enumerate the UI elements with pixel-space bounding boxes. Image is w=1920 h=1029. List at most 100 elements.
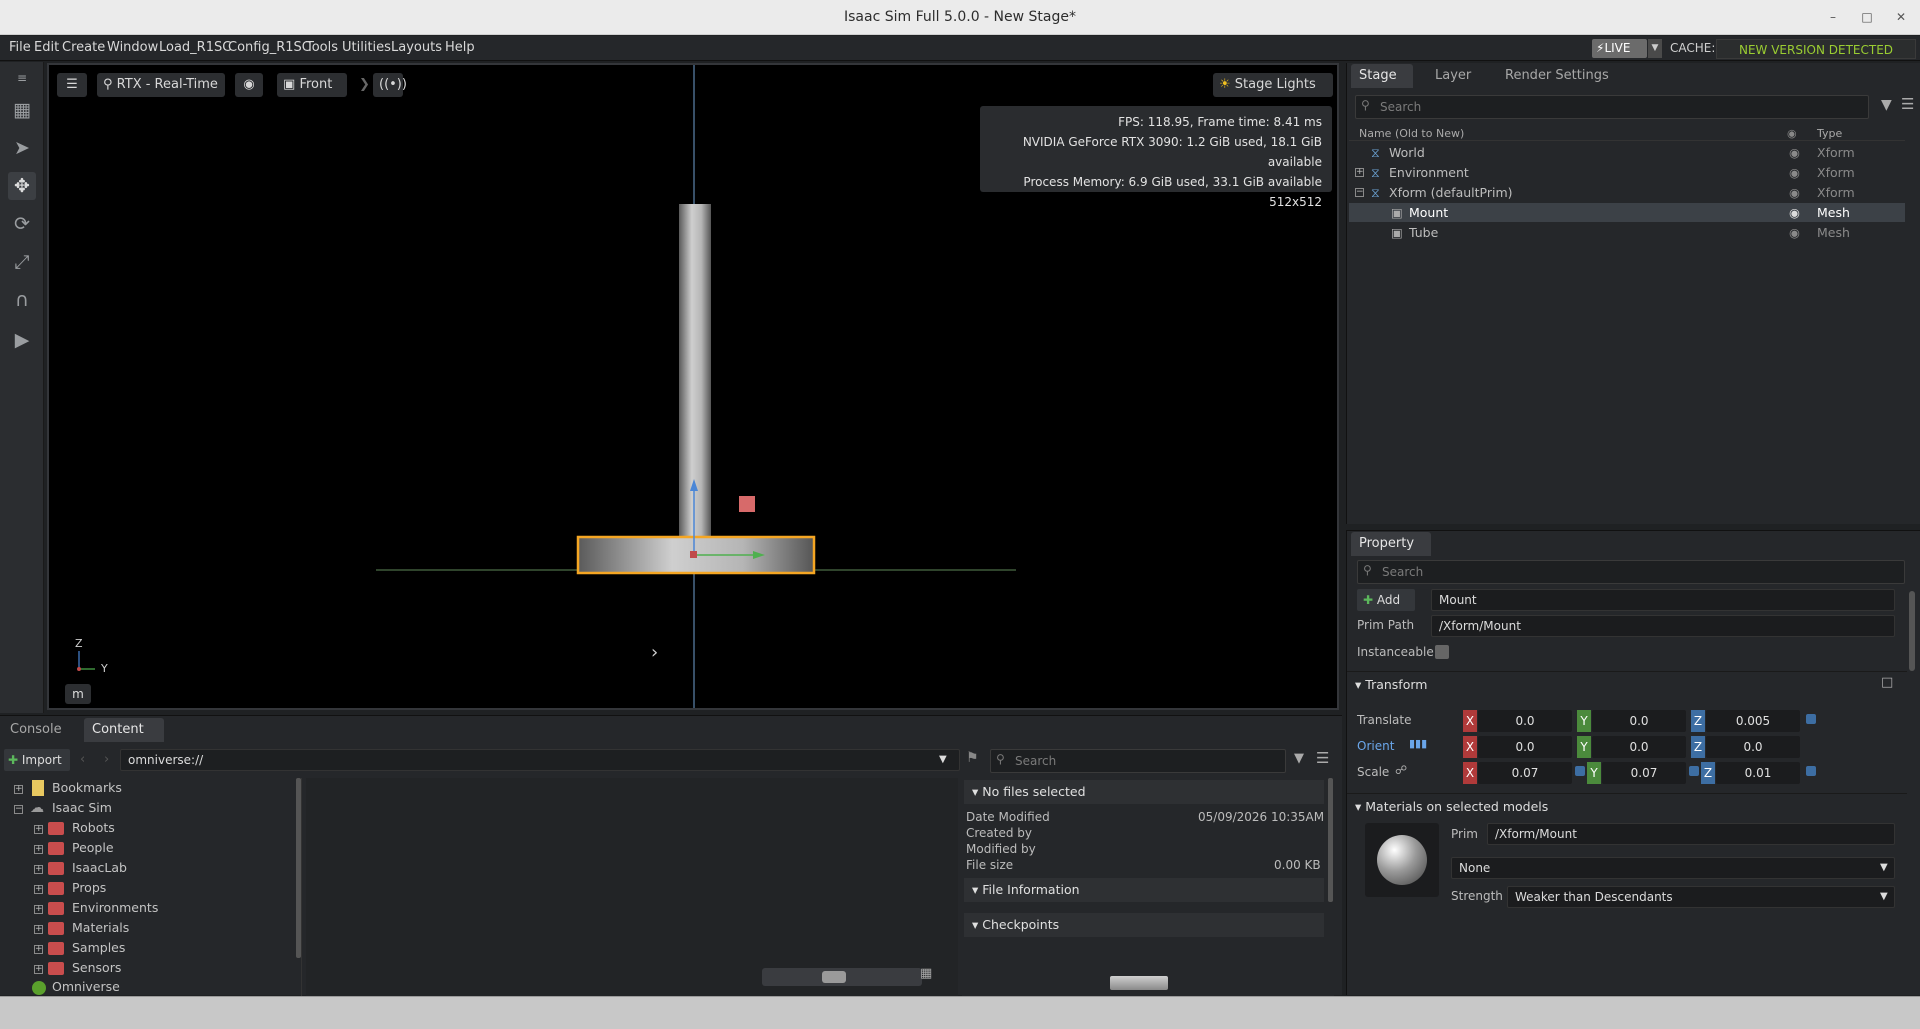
tree-item-bookmarks[interactable]: Bookmarks: [52, 778, 122, 798]
tree-item-props[interactable]: Props: [72, 878, 106, 898]
materials-header[interactable]: ▾ Materials on selected models: [1355, 799, 1548, 814]
instanceable-checkbox[interactable]: [1435, 645, 1449, 659]
scale-y-keyframe-icon[interactable]: [1689, 766, 1699, 776]
menu-icon[interactable]: ☰: [1316, 749, 1329, 767]
transform-options-icon[interactable]: □: [1881, 675, 1893, 690]
tab-content[interactable]: Content: [84, 718, 164, 742]
expand-icon[interactable]: +: [14, 785, 23, 794]
collapse-icon[interactable]: −: [14, 805, 23, 814]
menu-window[interactable]: Window: [107, 40, 158, 55]
menu-layouts[interactable]: Layouts: [391, 40, 442, 55]
link-chain-icon[interactable]: ☍: [1395, 763, 1407, 777]
orient-z-field[interactable]: 0.0: [1706, 736, 1800, 758]
tree-item-isaaclab[interactable]: IsaacLab: [72, 858, 127, 878]
tree-item-sensors[interactable]: Sensors: [72, 958, 121, 978]
orient-x-field[interactable]: 0.0: [1478, 736, 1572, 758]
translate-y-field[interactable]: 0.0: [1592, 710, 1686, 732]
no-files-header[interactable]: ▾ No files selected: [964, 780, 1324, 804]
translate-x-field[interactable]: 0.0: [1478, 710, 1572, 732]
tree-item-materials[interactable]: Materials: [72, 918, 129, 938]
property-search-input[interactable]: Search: [1357, 560, 1905, 584]
bookmark-icon[interactable]: ⚑: [966, 750, 979, 766]
play-icon[interactable]: ▶: [8, 326, 36, 354]
visibility-eye-icon[interactable]: ◉: [1789, 163, 1800, 182]
menu-help[interactable]: Help: [445, 40, 475, 55]
collapse-icon[interactable]: −: [1355, 188, 1364, 197]
file-info-header[interactable]: ▾ File Information: [964, 878, 1324, 902]
expand-icon[interactable]: +: [34, 905, 43, 914]
select-mode-icon[interactable]: ▦: [8, 96, 36, 124]
menu-config-r1sc[interactable]: Config_R1SC: [228, 40, 311, 55]
filter-icon[interactable]: ▼: [1881, 97, 1892, 113]
expand-icon[interactable]: +: [34, 925, 43, 934]
expand-icon[interactable]: +: [34, 885, 43, 894]
tree-scrollbar[interactable]: [296, 778, 301, 958]
expand-icon[interactable]: +: [34, 845, 43, 854]
orient-mode-icon[interactable]: ▮▮▮: [1409, 737, 1427, 750]
grid-view-icon[interactable]: ▦: [920, 966, 932, 981]
material-select[interactable]: None ▼: [1451, 857, 1895, 879]
tree-item-environments[interactable]: Environments: [72, 898, 158, 918]
col-type[interactable]: Type: [1817, 127, 1842, 140]
col-visibility-eye-icon[interactable]: ◉: [1787, 127, 1797, 140]
path-input[interactable]: omniverse:// ▼: [120, 749, 960, 771]
scale-x-keyframe-icon[interactable]: [1575, 766, 1585, 776]
prim-name-field[interactable]: Mount: [1431, 589, 1895, 611]
import-button[interactable]: ✚ Import: [4, 749, 70, 771]
back-arrow-icon[interactable]: ‹: [80, 752, 85, 767]
visibility-eye-icon[interactable]: ◉: [1789, 223, 1800, 242]
translate-z-field[interactable]: 0.005: [1706, 710, 1800, 732]
prim-path-field[interactable]: /Xform/Mount: [1431, 615, 1895, 637]
transform-header[interactable]: ▾ Transform: [1355, 677, 1427, 692]
zoom-slider-handle[interactable]: [822, 971, 846, 983]
tab-property[interactable]: Property: [1351, 532, 1431, 556]
filter-icon[interactable]: ▼: [1294, 751, 1304, 766]
move-tool-icon[interactable]: ✥: [8, 172, 36, 200]
scale-x-field[interactable]: 0.07: [1478, 762, 1572, 784]
orient-y-field[interactable]: 0.0: [1592, 736, 1686, 758]
menu-utilities[interactable]: Utilities: [342, 40, 391, 55]
visibility-eye-icon[interactable]: ◉: [1789, 143, 1800, 162]
menu-load-r1sc[interactable]: Load_R1SC: [159, 40, 231, 55]
menu-icon[interactable]: ☰: [1901, 95, 1914, 113]
stage-search-input[interactable]: Search: [1355, 95, 1869, 119]
strength-select[interactable]: Weaker than Descendants ▼: [1507, 886, 1895, 908]
scale-y-field[interactable]: 0.07: [1602, 762, 1686, 784]
select-pointer-icon[interactable]: ➤: [8, 134, 36, 162]
expand-icon[interactable]: +: [34, 945, 43, 954]
tab-stage[interactable]: Stage: [1351, 64, 1413, 88]
menu-file[interactable]: File: [9, 40, 31, 55]
tree-item-people[interactable]: People: [72, 838, 114, 858]
units-badge[interactable]: m: [65, 684, 91, 704]
expand-icon[interactable]: +: [34, 825, 43, 834]
maximize-button[interactable]: □: [1858, 8, 1876, 26]
minimize-button[interactable]: –: [1824, 8, 1842, 26]
live-badge[interactable]: ⚡LIVE: [1592, 39, 1647, 58]
tab-layer[interactable]: Layer: [1427, 64, 1491, 88]
content-search-input[interactable]: Search: [990, 749, 1286, 773]
col-name[interactable]: Name (Old to New): [1359, 127, 1464, 140]
scale-z-field[interactable]: 0.01: [1716, 762, 1800, 784]
tree-item-samples[interactable]: Samples: [72, 938, 125, 958]
add-button[interactable]: ✚ Add: [1357, 589, 1415, 611]
scale-tool-icon[interactable]: ⤢: [8, 248, 36, 276]
expand-icon[interactable]: +: [1355, 168, 1364, 177]
expand-icon[interactable]: +: [34, 965, 43, 974]
tab-render-settings[interactable]: Render Settings: [1497, 64, 1627, 88]
tree-item-omniverse[interactable]: Omniverse: [52, 977, 120, 997]
close-button[interactable]: ✕: [1892, 8, 1910, 26]
translate-keyframe-icon[interactable]: [1806, 714, 1816, 724]
details-scrollbar[interactable]: [1328, 778, 1333, 902]
live-dropdown-arrow[interactable]: ▼: [1648, 39, 1662, 58]
stage-row-world[interactable]: ⧖ World ◉ Xform: [1349, 143, 1905, 162]
orient-label[interactable]: Orient: [1357, 739, 1394, 753]
stage-row-mount[interactable]: ▣ Mount ◉ Mesh: [1349, 203, 1905, 222]
snap-magnet-icon[interactable]: ∩: [8, 286, 36, 314]
expand-icon[interactable]: +: [34, 865, 43, 874]
forward-arrow-icon[interactable]: ›: [104, 752, 109, 767]
mat-prim-field[interactable]: /Xform/Mount: [1487, 823, 1895, 845]
visibility-eye-icon[interactable]: ◉: [1789, 203, 1800, 222]
tree-item-robots[interactable]: Robots: [72, 818, 115, 838]
visibility-eye-icon[interactable]: ◉: [1789, 183, 1800, 202]
cache-status[interactable]: NEW VERSION DETECTED: [1716, 39, 1916, 59]
